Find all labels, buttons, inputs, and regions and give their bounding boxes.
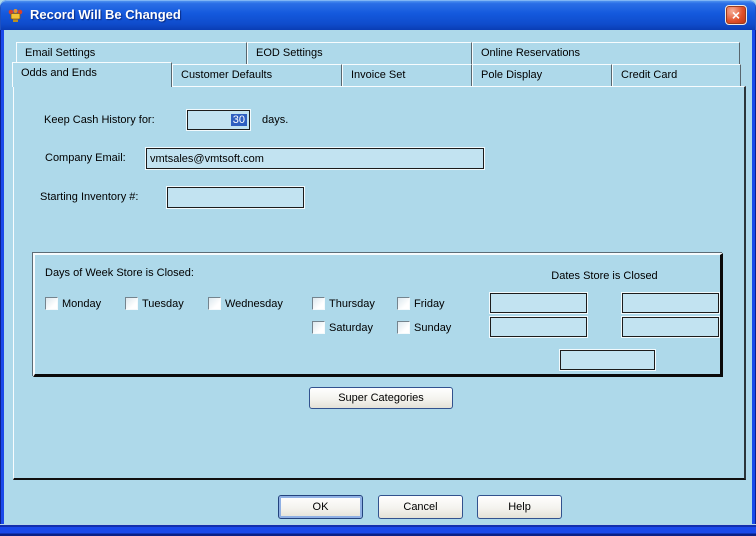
cancel-button[interactable]: Cancel: [378, 495, 463, 519]
company-email-input[interactable]: [146, 148, 484, 169]
checkbox-tuesday[interactable]: Tuesday: [125, 297, 184, 310]
checkbox-box-icon: [397, 297, 410, 310]
checkbox-monday-label: Monday: [62, 297, 102, 310]
closed-date-input-1[interactable]: [490, 293, 587, 313]
store-closed-group: Days of Week Store is Closed: Dates Stor…: [33, 253, 723, 377]
tab-credit-card[interactable]: Credit Card: [612, 64, 741, 86]
window-title: Record Will Be Changed: [30, 7, 181, 22]
checkbox-wednesday[interactable]: Wednesday: [208, 297, 283, 310]
app-icon: [8, 9, 23, 22]
close-icon: ×: [731, 7, 741, 23]
checkbox-friday[interactable]: Friday: [397, 297, 445, 310]
closed-date-input-5[interactable]: [560, 350, 655, 370]
tab-pole-display[interactable]: Pole Display: [472, 64, 612, 86]
checkbox-saturday[interactable]: Saturday: [312, 321, 373, 334]
cash-history-input[interactable]: 30: [187, 110, 250, 130]
checkbox-saturday-label: Saturday: [329, 321, 374, 334]
checkbox-sunday-label: Sunday: [414, 321, 452, 334]
tab-customer-defaults[interactable]: Customer Defaults: [172, 64, 342, 86]
window-border-bottom: [0, 524, 756, 536]
checkbox-sunday[interactable]: Sunday: [397, 321, 451, 334]
tab-odds-and-ends[interactable]: Odds and Ends: [12, 62, 172, 87]
days-closed-heading: Days of Week Store is Closed:: [45, 267, 194, 279]
checkbox-box-icon: [208, 297, 221, 310]
dialog-window: Record Will Be Changed × Email Settings …: [0, 0, 756, 536]
checkbox-box-icon: [312, 321, 325, 334]
checkbox-thursday[interactable]: Thursday: [312, 297, 375, 310]
checkbox-box-icon: [312, 297, 325, 310]
tab-online-reservations[interactable]: Online Reservations: [472, 42, 740, 64]
dates-closed-heading: Dates Store is Closed: [551, 270, 658, 282]
checkbox-friday-label: Friday: [414, 297, 445, 310]
checkbox-box-icon: [397, 321, 410, 334]
title-bar[interactable]: Record Will Be Changed ×: [0, 0, 756, 30]
tab-email-settings[interactable]: Email Settings: [16, 42, 247, 64]
close-button[interactable]: ×: [725, 5, 747, 25]
checkbox-thursday-label: Thursday: [329, 297, 375, 310]
tab-eod-settings[interactable]: EOD Settings: [247, 42, 472, 64]
cash-history-selected-value: 30: [230, 114, 247, 126]
window-border-left: [0, 30, 4, 524]
starting-inventory-input[interactable]: [167, 187, 304, 208]
checkbox-box-icon: [45, 297, 58, 310]
closed-date-input-3[interactable]: [490, 317, 587, 337]
closed-date-input-4[interactable]: [622, 317, 719, 337]
tab-invoice-set[interactable]: Invoice Set: [342, 64, 472, 86]
checkbox-monday[interactable]: Monday: [45, 297, 101, 310]
checkbox-tuesday-label: Tuesday: [142, 297, 184, 310]
closed-date-input-2[interactable]: [622, 293, 719, 313]
help-button[interactable]: Help: [477, 495, 562, 519]
checkbox-box-icon: [125, 297, 138, 310]
checkbox-wednesday-label: Wednesday: [225, 297, 283, 310]
ok-button[interactable]: OK: [278, 495, 363, 519]
window-border-right: [752, 30, 756, 524]
